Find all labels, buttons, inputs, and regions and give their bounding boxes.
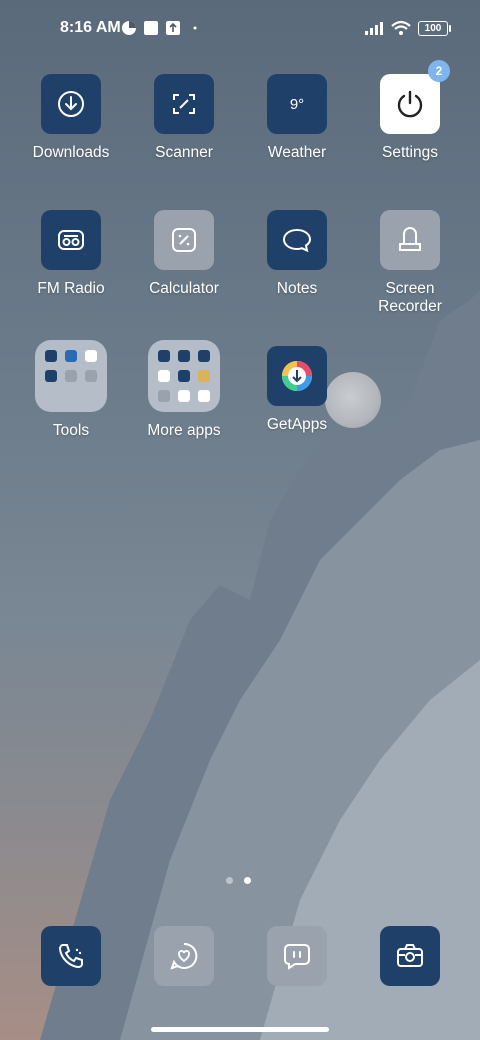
label-line-2: Recorder [378, 298, 442, 315]
scan-frame-icon [173, 94, 195, 114]
signal-icon [365, 22, 383, 35]
getapps-logo-icon [282, 361, 312, 391]
app-label: Scanner [155, 144, 213, 161]
calculator-icon-tile [154, 210, 214, 270]
fm-radio-icon-tile [41, 210, 101, 270]
app-label: Settings [381, 144, 438, 161]
notification-badge: 2 [428, 60, 450, 82]
heart-bubble-icon [170, 942, 198, 970]
battery-indicator: 100 [418, 21, 451, 36]
folder-tools[interactable]: Tools [16, 340, 126, 440]
dock-phone[interactable] [41, 926, 101, 986]
more-notifications-dot-icon [193, 26, 197, 30]
folder-more-apps[interactable]: More apps [129, 340, 239, 440]
app-label: Calculator [149, 280, 219, 297]
status-bar: 8:16 AM 100 [0, 0, 480, 56]
weather-icon-tile: 9° [267, 74, 327, 134]
app-label: FM Radio [37, 280, 105, 297]
speech-bubble-icon [282, 228, 312, 253]
downloads-icon-tile [41, 74, 101, 134]
download-arrow-icon [58, 91, 84, 117]
screen-recorder-icon [399, 227, 421, 251]
app-label: Notes [276, 280, 318, 297]
app-label: More apps [147, 422, 221, 439]
camera-icon [397, 944, 423, 967]
app-label: GetApps [266, 416, 328, 433]
mini-app-icon [158, 350, 170, 362]
app-settings[interactable]: 2 Settings [355, 60, 465, 162]
screen-recorder-icon-tile [380, 210, 440, 270]
mini-gallery-icon [65, 370, 77, 382]
mini-app-icon [198, 350, 210, 362]
dock-contacts[interactable] [154, 926, 214, 986]
app-weather[interactable]: 9° Weather [242, 74, 352, 162]
app-label: Downloads [32, 144, 110, 161]
data-saver-icon [122, 21, 136, 35]
app-label: Tools [52, 422, 90, 439]
mini-clock-icon [45, 350, 57, 362]
wifi-icon [391, 20, 411, 35]
page-dot-active[interactable] [244, 877, 251, 884]
notification-square-icon [144, 21, 158, 35]
home-gesture-bar[interactable] [151, 1027, 329, 1032]
mini-app-icon [158, 390, 170, 402]
mini-browser-icon [65, 350, 77, 362]
label-line-1: Screen [385, 280, 435, 297]
dock-camera[interactable] [380, 926, 440, 986]
mini-app-icon [198, 370, 210, 382]
app-calculator[interactable]: Calculator [129, 210, 239, 298]
app-getapps[interactable]: GetApps [242, 346, 352, 434]
mini-help-icon [45, 370, 57, 382]
mini-app-icon [178, 350, 190, 362]
getapps-icon-tile [267, 346, 327, 406]
tools-folder-tile [35, 340, 107, 412]
dock-messages[interactable] [267, 926, 327, 986]
calculator-icon [172, 228, 196, 252]
app-downloads[interactable]: Downloads [16, 74, 126, 162]
power-icon [397, 90, 423, 118]
app-notes[interactable]: Notes [242, 210, 352, 298]
mini-linkedin-icon [158, 370, 170, 382]
more-apps-folder-tile [148, 340, 220, 412]
mini-app-icon [198, 390, 210, 402]
app-fm-radio[interactable]: FM Radio [16, 210, 126, 298]
app-screen-recorder[interactable]: Screen Recorder [355, 210, 465, 316]
app-label: Weather [267, 144, 327, 161]
mini-settings-icon [85, 370, 97, 382]
scanner-icon-tile [154, 74, 214, 134]
page-dot[interactable] [226, 877, 233, 884]
message-icon [284, 944, 310, 970]
app-label: Screen Recorder [355, 280, 465, 316]
clock: 8:16 AM [60, 19, 121, 36]
mini-app-icon [178, 370, 190, 382]
mini-app-icon [178, 390, 190, 402]
notes-icon-tile [267, 210, 327, 270]
upload-icon [166, 21, 180, 35]
radio-icon [58, 230, 84, 250]
settings-icon-tile: 2 [380, 60, 450, 134]
phone-icon [58, 944, 83, 969]
app-scanner[interactable]: Scanner [129, 74, 239, 162]
weather-temperature: 9° [289, 95, 305, 113]
mini-timer-icon [85, 350, 97, 362]
